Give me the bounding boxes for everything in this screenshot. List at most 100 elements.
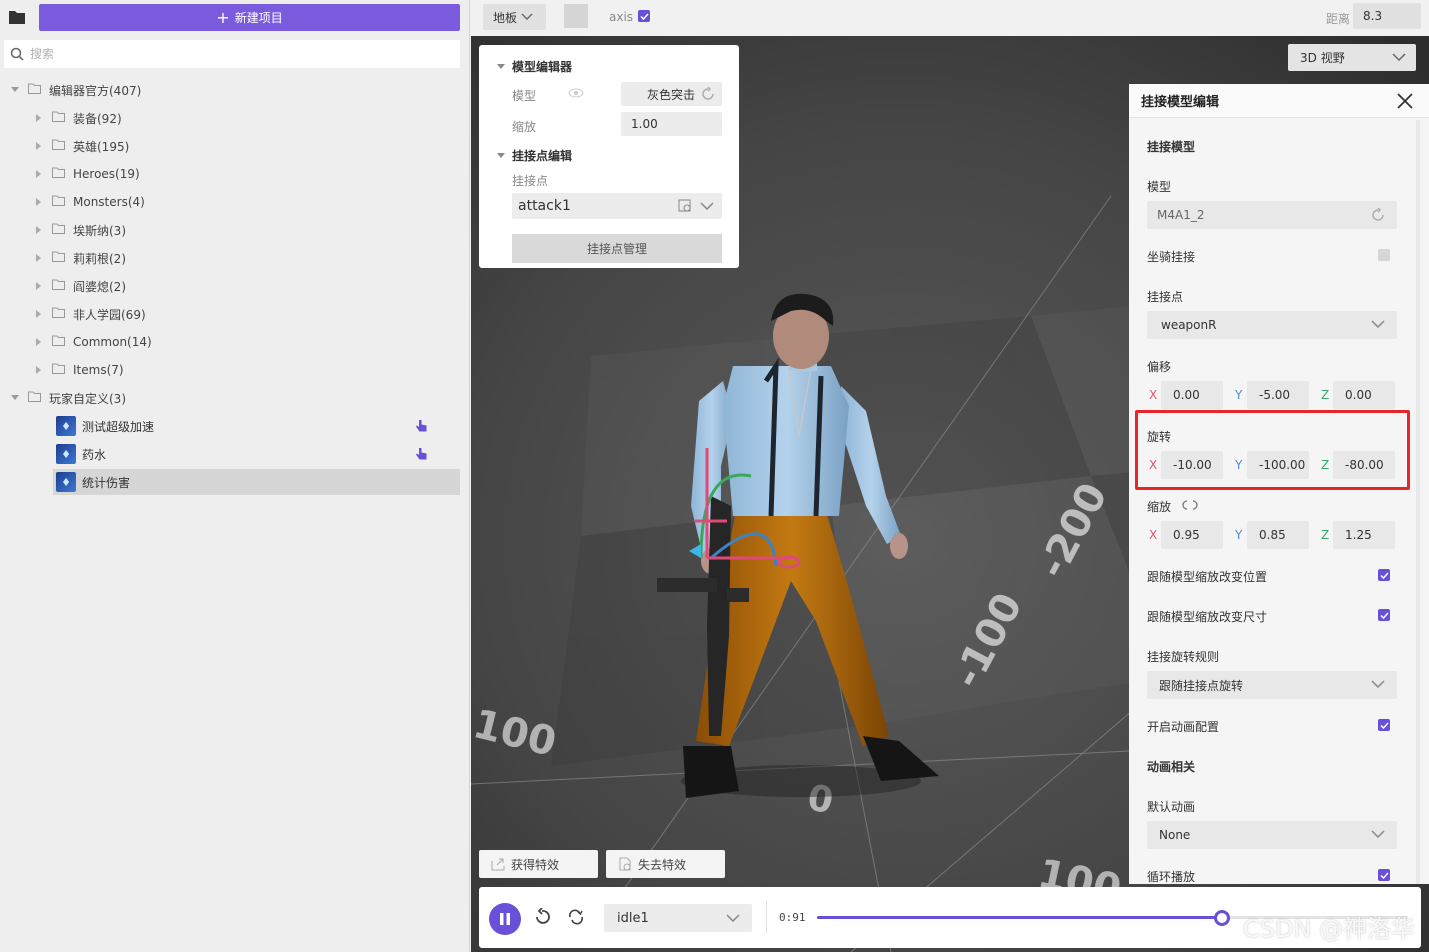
new-project-button[interactable]: + 新建项目 bbox=[39, 4, 460, 31]
attach-point-select[interactable]: attack1 bbox=[512, 193, 722, 219]
attach-point-manage-button[interactable]: 挂接点管理 bbox=[512, 234, 722, 263]
model-editor-header[interactable]: 模型编辑器 bbox=[497, 58, 572, 75]
caret-right-icon bbox=[34, 197, 44, 207]
chevron-down-icon bbox=[700, 202, 714, 210]
tree-folder[interactable]: 英雄(195) bbox=[34, 133, 129, 159]
color-swatch[interactable] bbox=[564, 4, 588, 28]
attach-point-label: 挂接点 bbox=[512, 174, 549, 188]
scale-y-value: 0.85 bbox=[1259, 528, 1286, 542]
follow-size-label: 跟随模型缩放改变尺寸 bbox=[1147, 610, 1268, 624]
follow-size-checkbox[interactable] bbox=[1378, 609, 1390, 621]
tree-folder[interactable]: Heroes(19) bbox=[34, 161, 140, 187]
attach-point-manage-label: 挂接点管理 bbox=[586, 242, 647, 256]
eye-icon[interactable] bbox=[568, 87, 584, 101]
axis-checkbox[interactable] bbox=[638, 10, 650, 22]
tree-label: 玩家自定义(3) bbox=[49, 391, 126, 406]
timeline-thumb[interactable] bbox=[1214, 910, 1230, 926]
follow-position-checkbox[interactable] bbox=[1378, 569, 1390, 581]
anim-config-label: 开启动画配置 bbox=[1147, 720, 1220, 734]
close-icon[interactable] bbox=[1397, 93, 1413, 109]
scale-input[interactable]: 1.00 bbox=[621, 112, 722, 136]
lose-effect-label: 失去特效 bbox=[638, 857, 687, 872]
default-anim-select[interactable]: None bbox=[1147, 821, 1397, 849]
offset-y-input[interactable]: -5.00 bbox=[1247, 381, 1309, 409]
anim-config-checkbox[interactable] bbox=[1378, 719, 1390, 731]
attach-point-header[interactable]: 挂接点编辑 bbox=[497, 147, 572, 164]
gain-effect-button[interactable]: 获得特效 bbox=[479, 850, 598, 878]
pointer-hand-icon[interactable] bbox=[415, 447, 428, 464]
attach-point-select[interactable]: weaponR bbox=[1147, 311, 1397, 339]
caret-right-icon bbox=[34, 309, 44, 319]
link-icon[interactable] bbox=[1181, 499, 1199, 513]
mount-attach-checkbox[interactable] bbox=[1378, 249, 1390, 261]
attach-point-value: attack1 bbox=[518, 198, 571, 214]
view-mode-select[interactable]: 3D 视野 bbox=[1288, 44, 1416, 71]
tree-label: 莉莉根(2) bbox=[73, 251, 126, 266]
scale-z-value: 1.25 bbox=[1345, 528, 1372, 542]
refresh-icon[interactable] bbox=[1371, 208, 1385, 222]
refresh-icon[interactable] bbox=[701, 87, 715, 101]
default-anim-label: 默认动画 bbox=[1147, 800, 1196, 814]
check-icon bbox=[639, 12, 649, 20]
folder-icon[interactable] bbox=[8, 9, 26, 25]
axis-label: axis bbox=[609, 10, 634, 24]
scale-label: 缩放 bbox=[512, 120, 537, 134]
tree-folder-official[interactable]: 编辑器官方(407) bbox=[10, 77, 141, 103]
scale-x-input[interactable]: 0.95 bbox=[1161, 521, 1223, 549]
pause-button[interactable] bbox=[489, 903, 521, 935]
check-icon bbox=[1379, 721, 1389, 729]
offset-y-value: -5.00 bbox=[1259, 388, 1291, 402]
tree-folder[interactable]: 非人学园(69) bbox=[34, 301, 146, 327]
caret-right-icon bbox=[34, 225, 44, 235]
tree-folder[interactable]: 莉莉根(2) bbox=[34, 245, 126, 271]
tree-folder[interactable]: Items(7) bbox=[34, 357, 124, 383]
tree-folder[interactable]: 埃斯纳(3) bbox=[34, 217, 126, 243]
offset-x-axis-label: X bbox=[1149, 388, 1158, 402]
ground-select[interactable]: 地板 bbox=[483, 4, 546, 30]
animation-select-value: idle1 bbox=[617, 910, 649, 926]
list-item-selected[interactable]: ♦ 统计伤害 bbox=[53, 469, 460, 495]
lose-effect-button[interactable]: 失去特效 bbox=[606, 850, 725, 878]
offset-z-input[interactable]: 0.00 bbox=[1333, 381, 1395, 409]
replay-icon[interactable] bbox=[533, 908, 551, 926]
divider bbox=[766, 901, 767, 933]
check-icon bbox=[1379, 571, 1389, 579]
list-item[interactable]: ♦ 药水 bbox=[53, 441, 460, 467]
loop-checkbox[interactable] bbox=[1378, 869, 1390, 881]
offset-y-axis-label: Y bbox=[1235, 388, 1243, 402]
list-item-label: 药水 bbox=[82, 447, 107, 462]
folder-outline-icon bbox=[52, 223, 65, 237]
tree-folder[interactable]: Common(14) bbox=[34, 329, 152, 355]
tree-folder[interactable]: Monsters(4) bbox=[34, 189, 145, 215]
locate-icon[interactable] bbox=[678, 199, 692, 213]
project-sidebar: + 新建项目 编辑器官方(407) 装备(92) 英雄(195) Heroes(… bbox=[0, 0, 470, 952]
list-item[interactable]: ♦ 测试超级加速 bbox=[53, 413, 460, 439]
tree-folder[interactable]: 装备(92) bbox=[34, 105, 122, 131]
search-box[interactable] bbox=[4, 40, 460, 68]
pointer-hand-icon[interactable] bbox=[415, 419, 428, 436]
attach-model-select[interactable]: M4A1_2 bbox=[1147, 201, 1397, 229]
potion-icon: ♦ bbox=[56, 472, 76, 492]
tree-folder-custom[interactable]: 玩家自定义(3) bbox=[10, 385, 126, 411]
section-animation: 动画相关 bbox=[1147, 760, 1196, 774]
search-input[interactable] bbox=[30, 47, 430, 61]
rotate-rule-select[interactable]: 跟随挂接点旋转 bbox=[1147, 671, 1397, 699]
follow-position-label: 跟随模型缩放改变位置 bbox=[1147, 570, 1268, 584]
tree-folder[interactable]: 阎婆熄(2) bbox=[34, 273, 126, 299]
offset-x-input[interactable]: 0.00 bbox=[1161, 381, 1223, 409]
scale-y-input[interactable]: 0.85 bbox=[1247, 521, 1309, 549]
3d-viewport[interactable]: -200 -100 100 0 100 3D 视野 模型编辑器 模型 灰色突击 … bbox=[471, 36, 1429, 952]
scrollbar[interactable] bbox=[1416, 120, 1420, 884]
distance-input[interactable] bbox=[1353, 3, 1421, 29]
folder-outline-icon bbox=[52, 195, 65, 209]
tree-label: 英雄(195) bbox=[73, 139, 130, 154]
animation-select[interactable]: idle1 bbox=[604, 904, 752, 932]
timeline-track-played[interactable] bbox=[817, 916, 1223, 919]
caret-right-icon bbox=[34, 253, 44, 263]
scale-z-input[interactable]: 1.25 bbox=[1333, 521, 1395, 549]
export-icon bbox=[491, 858, 505, 871]
loop-icon[interactable] bbox=[567, 909, 585, 925]
attach-editor-title: 挂接模型编辑 bbox=[1141, 95, 1220, 110]
folder-outline-icon bbox=[52, 335, 65, 349]
model-select[interactable]: 灰色突击 bbox=[621, 82, 722, 106]
